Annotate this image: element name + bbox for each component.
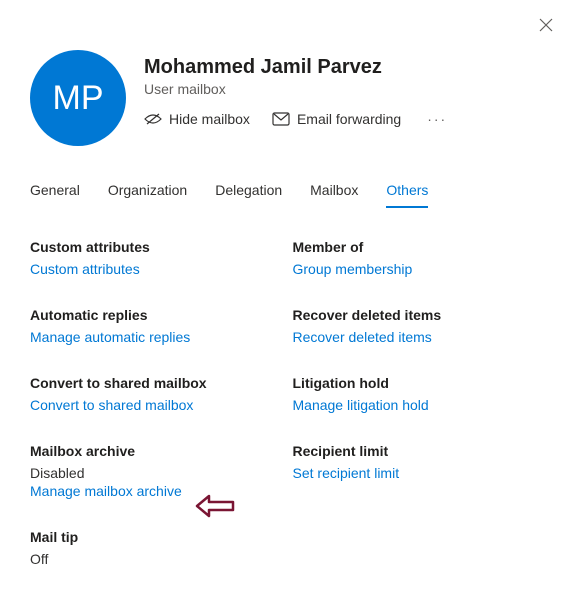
manage-mailbox-archive-link[interactable]: Manage mailbox archive — [30, 483, 283, 499]
hide-mailbox-label: Hide mailbox — [169, 111, 250, 127]
custom-attributes-link[interactable]: Custom attributes — [30, 261, 283, 277]
content-grid: Custom attributes Custom attributes Memb… — [30, 239, 545, 569]
convert-to-shared-link[interactable]: Convert to shared mailbox — [30, 397, 283, 413]
tab-others[interactable]: Others — [386, 176, 428, 208]
manage-automatic-replies-link[interactable]: Manage automatic replies — [30, 329, 283, 345]
section-automatic-replies: Automatic replies Manage automatic repli… — [30, 307, 283, 345]
section-title: Custom attributes — [30, 239, 283, 255]
section-mailbox-archive: Mailbox archive Disabled Manage mailbox … — [30, 443, 283, 499]
section-title: Convert to shared mailbox — [30, 375, 283, 391]
email-forwarding-action[interactable]: Email forwarding — [272, 111, 401, 127]
close-button[interactable] — [539, 18, 553, 35]
group-membership-link[interactable]: Group membership — [293, 261, 546, 277]
close-icon — [539, 18, 553, 32]
user-header: MP Mohammed Jamil Parvez User mailbox Hi… — [30, 50, 545, 146]
section-title: Recover deleted items — [293, 307, 546, 323]
header-info: Mohammed Jamil Parvez User mailbox Hide … — [144, 50, 451, 146]
annotation-arrow-icon — [195, 494, 235, 518]
hide-mailbox-action[interactable]: Hide mailbox — [144, 111, 250, 127]
manage-litigation-hold-link[interactable]: Manage litigation hold — [293, 397, 546, 413]
header-actions: Hide mailbox Email forwarding ··· — [144, 111, 451, 127]
tab-bar: General Organization Delegation Mailbox … — [30, 176, 545, 209]
hide-icon — [144, 112, 162, 126]
section-convert-shared: Convert to shared mailbox Convert to sha… — [30, 375, 283, 413]
mailbox-type: User mailbox — [144, 81, 451, 97]
section-custom-attributes: Custom attributes Custom attributes — [30, 239, 283, 277]
section-title: Automatic replies — [30, 307, 283, 323]
section-title: Litigation hold — [293, 375, 546, 391]
section-mail-tip: Mail tip Off — [30, 529, 283, 569]
section-litigation-hold: Litigation hold Manage litigation hold — [293, 375, 546, 413]
section-recipient-limit: Recipient limit Set recipient limit — [293, 443, 546, 499]
tab-general[interactable]: General — [30, 176, 80, 208]
section-title: Recipient limit — [293, 443, 546, 459]
section-recover-deleted: Recover deleted items Recover deleted it… — [293, 307, 546, 345]
mail-tip-status: Off — [30, 551, 283, 567]
email-forwarding-label: Email forwarding — [297, 111, 401, 127]
tab-mailbox[interactable]: Mailbox — [310, 176, 358, 208]
set-recipient-limit-link[interactable]: Set recipient limit — [293, 465, 546, 481]
more-actions-button[interactable]: ··· — [423, 111, 451, 127]
recover-deleted-items-link[interactable]: Recover deleted items — [293, 329, 546, 345]
section-title: Mail tip — [30, 529, 283, 545]
tab-organization[interactable]: Organization — [108, 176, 187, 208]
section-member-of: Member of Group membership — [293, 239, 546, 277]
section-title: Member of — [293, 239, 546, 255]
avatar: MP — [30, 50, 126, 146]
mailbox-archive-status: Disabled — [30, 465, 283, 481]
section-title: Mailbox archive — [30, 443, 283, 459]
mail-icon — [272, 112, 290, 126]
display-name: Mohammed Jamil Parvez — [144, 56, 451, 79]
tab-delegation[interactable]: Delegation — [215, 176, 282, 208]
